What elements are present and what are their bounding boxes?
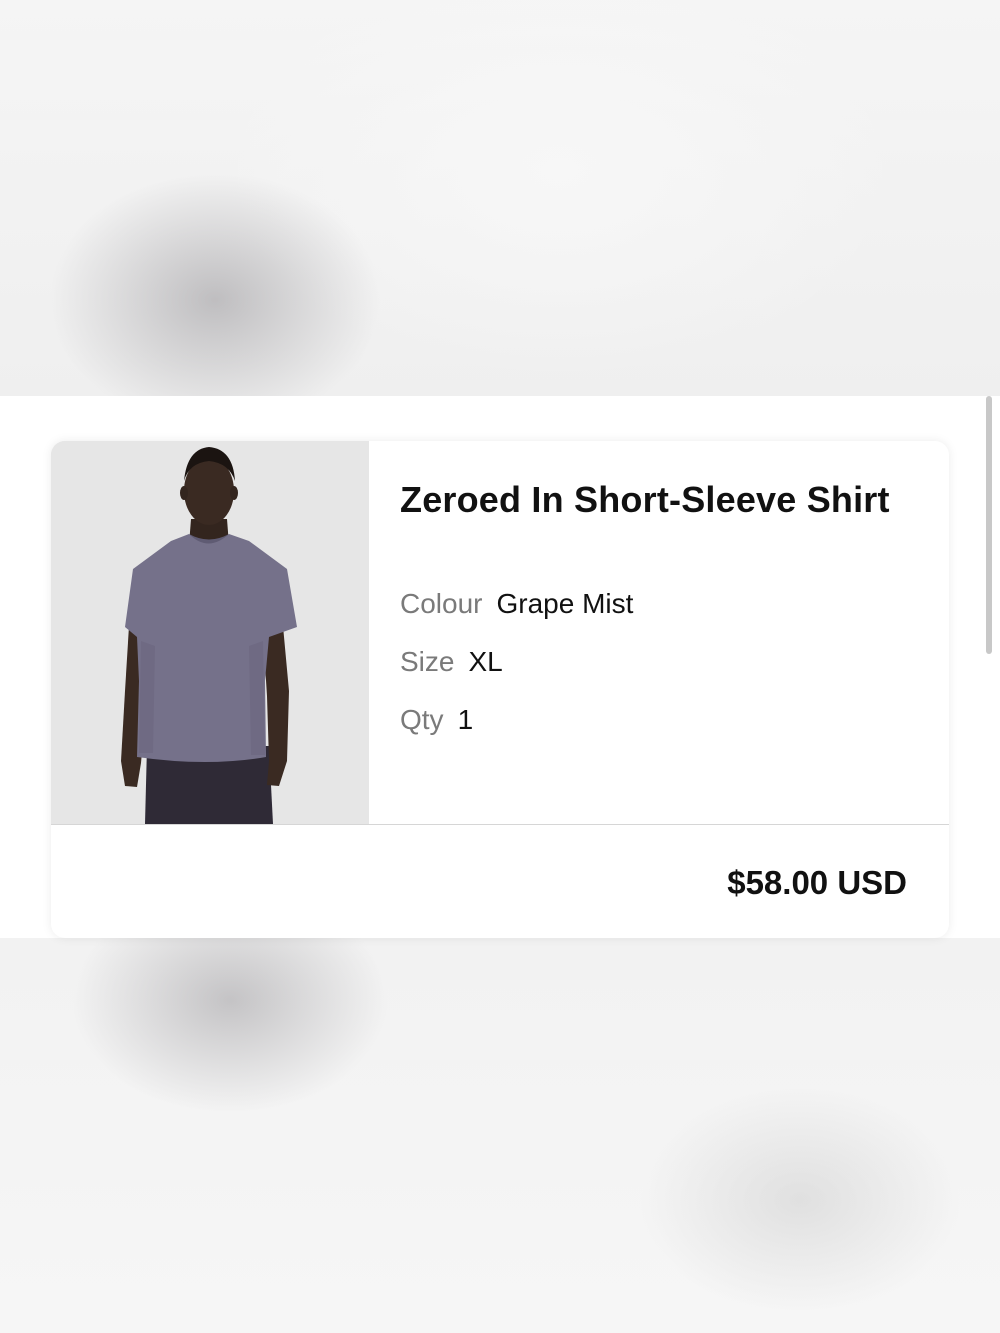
scrollbar[interactable]: [986, 396, 992, 654]
order-item-card[interactable]: Zeroed In Short-Sleeve Shirt Colour Grape…: [51, 441, 949, 938]
size-attribute: Size XL: [400, 646, 503, 678]
size-label: Size: [400, 646, 455, 677]
qty-value: 1: [457, 704, 474, 735]
colour-value: Grape Mist: [496, 588, 634, 619]
colour-label: Colour: [400, 588, 483, 619]
colour-attribute: Colour Grape Mist: [400, 588, 633, 620]
product-details: Zeroed In Short-Sleeve Shirt Colour Grape…: [400, 441, 949, 824]
product-image[interactable]: [51, 441, 369, 824]
qty-label: Qty: [400, 704, 444, 735]
divider: [51, 824, 949, 825]
qty-attribute: Qty 1: [400, 704, 473, 736]
background-top: [0, 0, 1000, 396]
size-value: XL: [468, 646, 503, 677]
product-photo-illustration: [51, 441, 369, 824]
item-price: $58.00 USD: [727, 864, 907, 901]
background-bottom: [0, 938, 1000, 1333]
product-title[interactable]: Zeroed In Short-Sleeve Shirt: [400, 479, 890, 521]
